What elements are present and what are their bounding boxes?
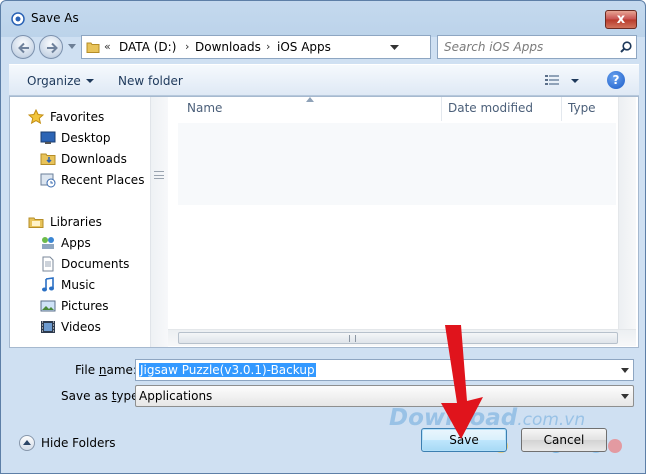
- sidebar-group-label: Favorites: [50, 110, 105, 124]
- cancel-button[interactable]: Cancel: [521, 428, 607, 452]
- arrow-left-icon: [18, 42, 29, 54]
- folder-icon: [86, 40, 100, 54]
- sidebar-item-label: Apps: [61, 236, 91, 250]
- column-header-date-modified[interactable]: Date modified: [448, 101, 533, 123]
- back-button[interactable]: [11, 35, 35, 59]
- address-bar[interactable]: « DATA (D:) › Downloads › iOS Apps: [81, 35, 504, 59]
- sidebar-item-label: Videos: [61, 320, 101, 334]
- sidebar-item-label: Documents: [61, 257, 130, 271]
- breadcrumb-separator[interactable]: ›: [266, 40, 270, 53]
- recent-pages-dropdown[interactable]: [68, 44, 76, 50]
- save-type-select[interactable]: Applications: [135, 385, 634, 407]
- save-as-dialog: Save As x « DATA (D:) › Downloads › iOS …: [0, 0, 646, 474]
- sidebar-item-label: Pictures: [61, 299, 109, 313]
- browser-pane: Favorites Desktop Downloads Recent Place…: [9, 96, 639, 348]
- navigation-pane: Favorites Desktop Downloads Recent Place…: [10, 97, 150, 347]
- column-header-name[interactable]: Name: [187, 101, 222, 123]
- sidebar-item-label: Music: [61, 278, 96, 292]
- vertical-scrollbar[interactable]: [618, 97, 636, 329]
- column-divider[interactable]: [561, 97, 562, 121]
- downloads-folder-icon: [40, 151, 56, 167]
- navigation-pane-scrollbar[interactable]: [150, 97, 168, 347]
- views-icon[interactable]: [545, 74, 561, 86]
- title-bar: Save As x: [1, 1, 645, 35]
- documents-icon: [40, 256, 56, 272]
- sidebar-item-label: Recent Places: [61, 173, 145, 187]
- address-overflow-chevron[interactable]: «: [104, 40, 111, 53]
- recent-places-icon: [40, 172, 56, 188]
- breadcrumb-downloads[interactable]: Downloads: [195, 40, 261, 54]
- scrollbar-grip: [349, 335, 356, 342]
- watermark-dot: [608, 439, 622, 453]
- collapse-up-icon: [19, 435, 35, 451]
- file-name-field[interactable]: Jigsaw Puzzle(v3.0.1)-Backup: [135, 359, 634, 381]
- command-bar: Organize New folder ?: [9, 64, 639, 96]
- breadcrumb-data-drive[interactable]: DATA (D:): [119, 40, 176, 54]
- chevron-down-icon[interactable]: [390, 45, 399, 51]
- file-list[interactable]: Name Date modified Type: [168, 97, 638, 347]
- app-icon: [11, 12, 25, 26]
- views-dropdown[interactable]: [571, 79, 579, 83]
- empty-file-area: [178, 123, 616, 205]
- breadcrumb-separator[interactable]: ›: [185, 40, 189, 53]
- red-pointer-arrow-icon: [441, 325, 483, 439]
- window-title: Save As: [31, 11, 79, 25]
- file-name-label: File name:: [75, 363, 137, 377]
- music-icon: [40, 277, 56, 293]
- pictures-icon: [40, 298, 56, 314]
- breadcrumb-ios-apps[interactable]: iOS Apps: [277, 40, 331, 54]
- forward-button[interactable]: [39, 35, 63, 59]
- save-type-label: Save as type:: [61, 389, 143, 403]
- sidebar-group-label: Libraries: [50, 215, 102, 229]
- sort-ascending-icon: [306, 97, 314, 102]
- search-placeholder: Search iOS Apps: [444, 40, 544, 54]
- column-header-type[interactable]: Type: [568, 101, 596, 123]
- search-input[interactable]: Search iOS Apps: [437, 35, 637, 59]
- column-divider[interactable]: [441, 97, 442, 121]
- sidebar-item-label: Downloads: [61, 152, 127, 166]
- videos-icon: [40, 319, 56, 335]
- desktop-icon: [40, 130, 56, 146]
- horizontal-scrollbar[interactable]: [168, 329, 636, 346]
- file-name-value[interactable]: Jigsaw Puzzle(v3.0.1)-Backup: [139, 363, 316, 377]
- organize-button[interactable]: Organize: [27, 74, 94, 88]
- new-folder-button[interactable]: New folder: [118, 74, 183, 88]
- search-icon[interactable]: [620, 41, 632, 53]
- scrollbar-thumb[interactable]: [178, 332, 618, 344]
- chevron-down-icon[interactable]: [621, 368, 629, 373]
- hide-folders-label: Hide Folders: [41, 436, 116, 450]
- close-button[interactable]: x: [605, 10, 637, 29]
- sidebar-item-label: Desktop: [61, 131, 111, 145]
- libraries-icon: [28, 214, 44, 230]
- organize-label: Organize: [27, 74, 81, 88]
- save-type-value: Applications: [139, 389, 213, 403]
- help-icon[interactable]: ?: [607, 71, 625, 89]
- chevron-down-icon: [85, 79, 94, 83]
- scrollbar-grip: [154, 171, 164, 179]
- apps-icon: [40, 235, 56, 251]
- chevron-down-icon[interactable]: [621, 394, 629, 399]
- star-icon: [27, 108, 45, 125]
- arrow-right-icon: [47, 42, 58, 54]
